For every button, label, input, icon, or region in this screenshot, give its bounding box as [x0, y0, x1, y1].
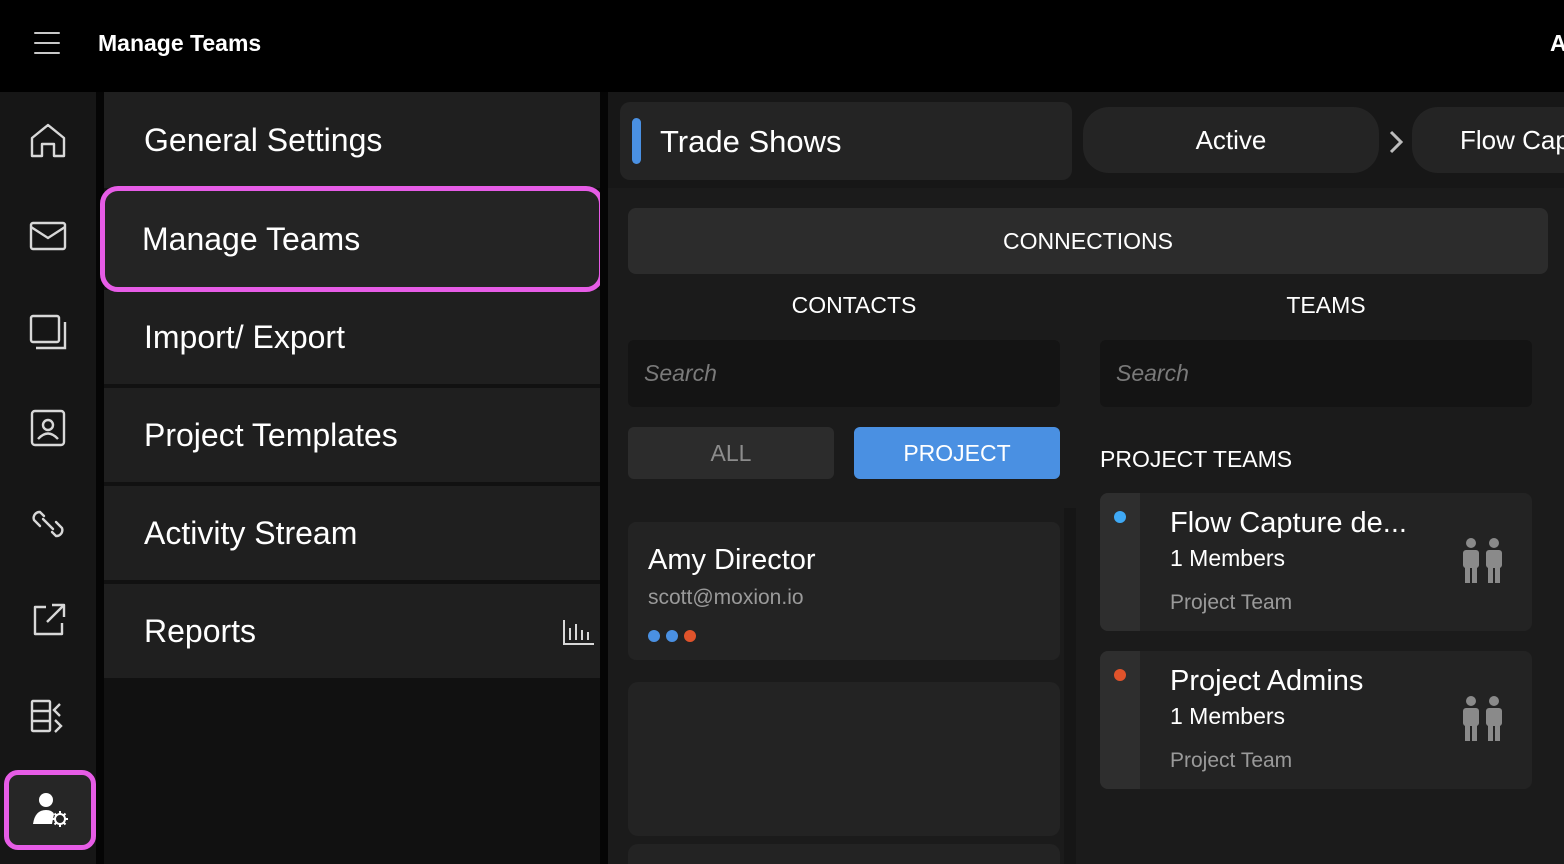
menu-item-activity-stream[interactable]: Activity Stream — [104, 484, 600, 580]
top-bar: Manage Teams A — [0, 0, 1564, 92]
main-panel: Trade Shows Active Flow Cap CONNECTIONS … — [608, 92, 1564, 864]
account-menu[interactable]: A — [1550, 30, 1564, 57]
rail-item-documents[interactable] — [14, 298, 82, 366]
breadcrumb: Trade Shows Active Flow Cap — [608, 92, 1564, 188]
menu-item-project-templates[interactable]: Project Templates — [104, 386, 600, 482]
team-name: Flow Capture de... — [1170, 507, 1407, 539]
menu-item-general-settings[interactable]: General Settings — [104, 92, 600, 188]
menu-item-label: Project Templates — [144, 416, 398, 453]
home-icon — [30, 123, 66, 158]
menu-edge — [600, 92, 608, 864]
menu-item-import-export[interactable]: Import/ Export — [104, 288, 600, 384]
filter-project-button[interactable]: PROJECT — [854, 427, 1060, 479]
page-title: Manage Teams — [98, 30, 262, 56]
rail-item-layout[interactable] — [14, 682, 82, 750]
icon-rail — [0, 92, 96, 864]
contact-placeholder — [628, 682, 1060, 836]
team-dot-1 — [648, 630, 660, 642]
breadcrumb-project-label: Trade Shows — [660, 124, 842, 159]
documents-icon — [29, 314, 67, 350]
contact-name: Amy Director — [648, 544, 816, 576]
breadcrumb-status[interactable]: Active — [1083, 107, 1379, 173]
connections-header: CONNECTIONS — [628, 208, 1548, 274]
menu-item-label: Activity Stream — [144, 514, 358, 551]
contacts-heading: CONTACTS — [791, 292, 917, 318]
team-members: 1 Members — [1170, 545, 1286, 571]
share-icon — [33, 603, 66, 636]
team-dot-3 — [684, 630, 696, 642]
settings-menu: General Settings Import/ Export Project … — [100, 92, 604, 864]
team-item[interactable]: Project Admins 1 Members Project Team — [1100, 651, 1532, 789]
layout-icon — [30, 699, 63, 733]
contact-item[interactable]: Amy Director scott@moxion.io — [628, 522, 1060, 660]
rail-item-links[interactable] — [14, 490, 82, 558]
team-members: 1 Members — [1170, 703, 1286, 729]
link-icon — [32, 510, 64, 538]
chevron-right-icon — [1389, 130, 1404, 154]
team-members-icon — [1463, 538, 1502, 583]
team-color-dot — [1114, 511, 1126, 523]
team-dot-2 — [666, 630, 678, 642]
team-color-dot — [1114, 669, 1126, 681]
teams-search-input[interactable] — [1100, 340, 1532, 407]
project-color-bar — [632, 118, 641, 164]
rail-item-inbox[interactable] — [14, 202, 82, 270]
rail-item-user-settings[interactable] — [4, 770, 96, 850]
contacts-search-input[interactable] — [628, 340, 1060, 407]
rail-item-contacts[interactable] — [14, 394, 82, 462]
team-item[interactable]: Flow Capture de... 1 Members Project Tea… — [1100, 493, 1532, 631]
menu-item-label: General Settings — [144, 121, 383, 158]
breadcrumb-next[interactable]: Flow Cap — [1412, 107, 1564, 173]
filter-all-button[interactable]: ALL — [628, 427, 834, 479]
project-teams-heading: PROJECT TEAMS — [1100, 446, 1293, 472]
team-name: Project Admins — [1170, 665, 1364, 697]
menu-item-label: Manage Teams — [142, 220, 361, 257]
team-members-icon — [1463, 696, 1502, 741]
menu-item-manage-teams[interactable]: Manage Teams — [100, 186, 604, 292]
breadcrumb-project[interactable]: Trade Shows — [620, 102, 1072, 180]
hamburger-menu-icon[interactable] — [34, 32, 62, 54]
menu-item-label: Import/ Export — [144, 318, 345, 355]
bar-chart-icon — [563, 620, 594, 645]
team-type: Project Team — [1170, 749, 1293, 772]
contact-email: scott@moxion.io — [648, 586, 804, 609]
contacts-scrollbar[interactable] — [1064, 508, 1076, 864]
contact-card-icon — [30, 409, 66, 447]
rail-item-share[interactable] — [14, 586, 82, 654]
menu-item-label: Reports — [144, 612, 257, 649]
mail-icon — [29, 221, 67, 251]
contact-placeholder — [628, 844, 1060, 864]
team-type: Project Team — [1170, 591, 1293, 614]
teams-heading: TEAMS — [1286, 292, 1366, 318]
menu-item-reports[interactable]: Reports — [104, 582, 600, 678]
rail-item-home[interactable] — [14, 106, 82, 174]
user-settings-icon — [33, 793, 68, 827]
